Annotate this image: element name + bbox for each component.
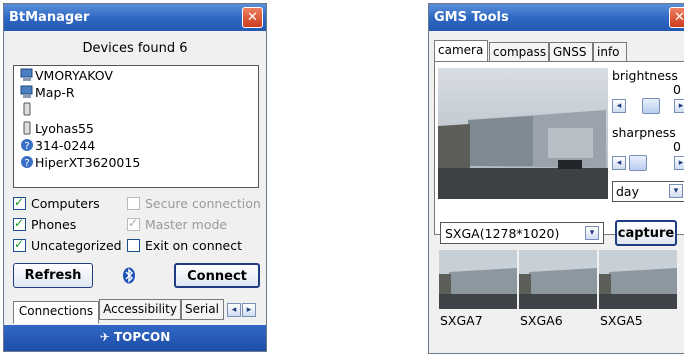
thumbnail-image[interactable] xyxy=(439,250,517,309)
brightness-thumb[interactable] xyxy=(642,98,660,114)
thumbnail-image[interactable] xyxy=(599,250,677,309)
unknown-device-icon: ? xyxy=(21,139,33,152)
tab-compass[interactable]: compass xyxy=(489,42,549,62)
phone-icon xyxy=(23,102,31,116)
phones-checkbox[interactable] xyxy=(13,216,26,231)
btmanager-window: BtManager ✕ Devices found 6 VMORYAKOV Ma… xyxy=(3,3,267,352)
tab-scroll-left-button[interactable]: ◂ xyxy=(227,303,241,317)
uncategorized-checkbox[interactable] xyxy=(13,237,26,252)
thumbnail-label: SXGA5 xyxy=(600,313,643,328)
phone-icon xyxy=(23,121,31,135)
device-item[interactable]: Map-R xyxy=(20,85,75,100)
device-item[interactable]: Lyohas55 xyxy=(20,121,94,136)
gms-titlebar: GMS Tools ✕ xyxy=(429,4,684,31)
mode-dropdown[interactable]: day ▾ xyxy=(612,181,684,202)
capture-button[interactable]: capture xyxy=(615,220,677,246)
brand-label: TOPCON xyxy=(114,330,171,344)
exit-on-connect-checkbox[interactable] xyxy=(127,239,140,252)
brightness-label: brightness xyxy=(612,68,678,83)
tab-accessibility[interactable]: Accessibility xyxy=(99,299,181,320)
sharpness-slider[interactable]: ◂ ▸ xyxy=(612,154,684,172)
tab-connections[interactable]: Connections xyxy=(13,301,99,324)
computer-icon xyxy=(20,85,33,98)
chevron-down-icon[interactable]: ▾ xyxy=(585,226,599,240)
device-item[interactable] xyxy=(20,102,35,117)
svg-text:?: ? xyxy=(24,158,29,169)
device-item[interactable]: ? 314-0244 xyxy=(20,138,95,153)
topcon-logo-icon: ✈ xyxy=(99,330,114,344)
window-title: BtManager xyxy=(9,10,90,25)
brightness-right-button[interactable]: ▸ xyxy=(674,99,684,113)
computers-label: Computers xyxy=(31,196,100,211)
resolution-dropdown-value: SXGA(1278*1020) xyxy=(445,226,560,241)
sharpness-left-button[interactable]: ◂ xyxy=(612,156,626,170)
brand-bar: ✈ TOPCON xyxy=(4,325,266,351)
tab-serial[interactable]: Serial P xyxy=(181,299,224,320)
exit-on-connect-label: Exit on connect xyxy=(145,238,243,253)
secure-connection-label: Secure connection xyxy=(145,196,261,211)
chevron-down-icon[interactable]: ▾ xyxy=(669,184,683,198)
computers-checkbox[interactable] xyxy=(13,195,26,210)
tab-gnss[interactable]: GNSS xyxy=(549,42,593,62)
window-title: GMS Tools xyxy=(434,10,509,25)
brightness-slider[interactable]: ◂ ▸ xyxy=(612,97,684,115)
close-button[interactable]: ✕ xyxy=(669,7,684,28)
unknown-device-icon: ? xyxy=(21,156,33,169)
uncategorized-label: Uncategorized xyxy=(31,238,122,253)
brightness-left-button[interactable]: ◂ xyxy=(612,99,626,113)
computer-icon xyxy=(20,68,33,81)
tab-scroll-right-button[interactable]: ▸ xyxy=(242,303,256,317)
sharpness-thumb[interactable] xyxy=(629,155,647,171)
master-mode-checkbox[interactable] xyxy=(127,216,140,231)
device-list[interactable]: VMORYAKOV Map-R Lyohas55 ? 314-0244 ? Hipe… xyxy=(13,65,259,188)
svg-text:?: ? xyxy=(24,141,29,152)
sharpness-label: sharpness xyxy=(612,125,676,140)
sharpness-right-button[interactable]: ▸ xyxy=(674,156,684,170)
thumbnail-image[interactable] xyxy=(519,250,597,309)
master-mode-label: Master mode xyxy=(145,217,228,232)
thumbnail-label: SXGA6 xyxy=(520,313,563,328)
close-button[interactable]: ✕ xyxy=(242,7,263,28)
resolution-dropdown[interactable]: SXGA(1278*1020) ▾ xyxy=(440,222,604,244)
bluetooth-icon xyxy=(123,267,135,284)
device-item[interactable]: VMORYAKOV xyxy=(20,68,113,83)
btmanager-titlebar: BtManager ✕ xyxy=(4,4,266,31)
brightness-value: 0 xyxy=(673,82,681,97)
mode-dropdown-value: day xyxy=(616,184,639,199)
thumbnail-label: SXGA7 xyxy=(440,313,483,328)
device-item[interactable]: ? HiperXT3620015 xyxy=(20,155,140,170)
secure-connection-checkbox[interactable] xyxy=(127,197,140,210)
connect-button[interactable]: Connect xyxy=(174,263,260,288)
tab-info[interactable]: info xyxy=(593,42,627,62)
sharpness-value: 0 xyxy=(673,139,681,154)
gms-tools-window: GMS Tools ✕ camera compass GNSS info bri… xyxy=(428,3,684,354)
tab-camera[interactable]: camera xyxy=(434,40,488,62)
refresh-button[interactable]: Refresh xyxy=(13,263,93,288)
devices-found-label: Devices found 6 xyxy=(82,41,188,56)
phones-label: Phones xyxy=(31,217,77,232)
camera-preview xyxy=(438,68,608,199)
